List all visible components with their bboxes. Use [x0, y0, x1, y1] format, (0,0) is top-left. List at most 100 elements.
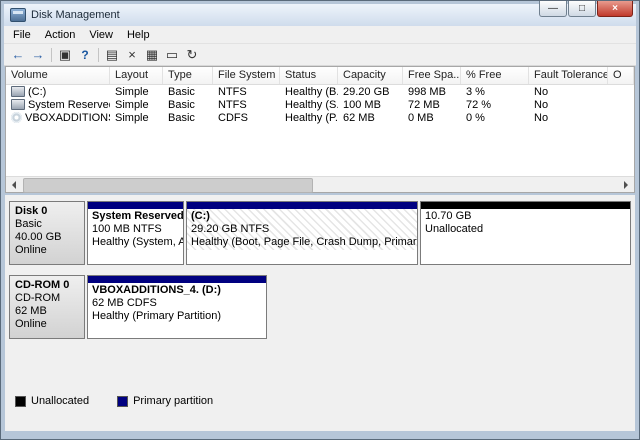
volume-type: Basic [168, 111, 195, 124]
menu-bar: File Action View Help [4, 26, 636, 44]
window-title: Disk Management [31, 9, 120, 21]
volume-type: Basic [168, 85, 195, 98]
close-button[interactable]: × [597, 1, 633, 17]
open-folder-icon[interactable]: ▭ [162, 46, 182, 64]
partition-c-drive[interactable]: (C:) 29.20 GB NTFS Healthy (Boot, Page F… [186, 201, 418, 265]
forward-icon[interactable]: → [28, 46, 48, 64]
volume-filesystem: CDFS [218, 111, 248, 124]
properties-icon[interactable]: ▦ [142, 46, 162, 64]
disk-size: 62 MB [15, 305, 47, 317]
horizontal-scrollbar[interactable] [6, 176, 634, 193]
scroll-left-icon [8, 180, 16, 189]
cdrom-0-device-box[interactable]: CD-ROM 0 CD-ROM 62 MB Online [9, 275, 85, 339]
empty-space [269, 275, 631, 339]
volume-pctfree: 72 % [466, 98, 492, 111]
disk-0-row: Disk 0 Basic 40.00 GB Online System Rese… [9, 201, 631, 265]
volume-freespace: 998 MB [408, 85, 446, 98]
disk-status: Online [15, 244, 47, 256]
refresh-icon[interactable]: ↻ [182, 46, 202, 64]
partition-color-strip [88, 202, 183, 209]
volume-list-header: Volume Layout Type File System Status Ca… [6, 67, 634, 85]
export-list-icon[interactable]: ▤ [102, 46, 122, 64]
column-header-status[interactable]: Status [280, 67, 338, 84]
partition-status: Healthy (Primary Partition) [92, 310, 221, 322]
menu-file[interactable]: File [6, 27, 38, 43]
partition-detail: 100 MB NTFS [92, 223, 162, 235]
disk-name: CD-ROM 0 [15, 279, 70, 291]
toolbar: ← → ▣ ? ▤ × ▦ ▭ ↻ [4, 44, 636, 66]
column-header-freespace[interactable]: Free Spa... [403, 67, 461, 84]
menu-help[interactable]: Help [120, 27, 157, 43]
show-console-tree-icon[interactable]: ▣ [55, 46, 75, 64]
scroll-right-button[interactable] [618, 177, 634, 192]
column-header-capacity[interactable]: Capacity [338, 67, 403, 84]
volume-faulttolerance: No [534, 85, 549, 98]
column-header-type[interactable]: Type [163, 67, 213, 84]
partition-color-strip [187, 202, 417, 209]
delete-icon[interactable]: × [122, 46, 142, 64]
column-header-filesystem[interactable]: File System [213, 67, 280, 84]
partition-detail: 29.20 GB NTFS [191, 223, 270, 235]
volume-capacity: 100 MB [343, 98, 381, 111]
volume-status: Healthy (B... [285, 85, 338, 98]
disk-type: CD-ROM [15, 292, 61, 304]
maximize-button[interactable]: □ [568, 1, 596, 17]
toolbar-separator [98, 47, 99, 62]
volume-capacity: 62 MB [343, 111, 375, 124]
back-icon[interactable]: ← [8, 46, 28, 64]
volume-name: System Reserved [28, 98, 110, 111]
disk-management-window: Disk Management — □ × File Action View H… [0, 0, 640, 440]
graphical-view: Disk 0 Basic 40.00 GB Online System Rese… [5, 195, 635, 431]
disk-status: Online [15, 318, 47, 330]
legend-item-primary-partition: Primary partition [117, 395, 213, 407]
cdrom-0-row: CD-ROM 0 CD-ROM 62 MB Online VBOXADDITIO… [9, 275, 631, 339]
cdrom-0-partitions: VBOXADDITIONS_4. (D:) 62 MB CDFS Healthy… [87, 275, 631, 339]
partition-name: (C:) [191, 210, 210, 222]
toolbar-separator [51, 47, 52, 62]
partition-name: System Reserved [92, 210, 183, 222]
volume-drive-icon [11, 86, 25, 97]
menu-view[interactable]: View [82, 27, 120, 43]
partition-status: Healthy (System, Activ [92, 236, 183, 248]
table-row[interactable]: System Reserved Simple Basic NTFS Health… [6, 98, 634, 111]
unallocated-label: Unallocated [425, 223, 484, 235]
volume-type: Basic [168, 98, 195, 111]
disk-size: 40.00 GB [15, 231, 62, 243]
disk-type: Basic [15, 218, 42, 230]
column-header-pctfree[interactable]: % Free [461, 67, 529, 84]
scroll-left-button[interactable] [6, 177, 22, 192]
partition-vboxadditions[interactable]: VBOXADDITIONS_4. (D:) 62 MB CDFS Healthy… [87, 275, 267, 339]
column-header-faulttolerance[interactable]: Fault Tolerance [529, 67, 608, 84]
volume-status: Healthy (P... [285, 111, 338, 124]
partition-color-strip [88, 276, 266, 283]
volume-layout: Simple [115, 85, 149, 98]
volume-layout: Simple [115, 98, 149, 111]
volume-faulttolerance: No [534, 98, 549, 111]
volume-filesystem: NTFS [218, 98, 247, 111]
volume-freespace: 0 MB [408, 111, 434, 124]
column-header-layout[interactable]: Layout [110, 67, 163, 84]
partition-system-reserved[interactable]: System Reserved 100 MB NTFS Healthy (Sys… [87, 201, 184, 265]
volume-filesystem: NTFS [218, 85, 247, 98]
window-controls: — □ × [538, 1, 633, 17]
column-header-overhead[interactable]: O [608, 67, 634, 84]
volume-pctfree: 3 % [466, 85, 485, 98]
volume-freespace: 72 MB [408, 98, 440, 111]
unallocated-space[interactable]: 10.70 GB Unallocated [420, 201, 631, 265]
minimize-button[interactable]: — [539, 1, 567, 17]
table-row[interactable]: VBOXADDITIONS_... Simple Basic CDFS Heal… [6, 111, 634, 124]
volume-faulttolerance: No [534, 111, 549, 124]
unallocated-size: 10.70 GB [425, 210, 472, 222]
disk-management-icon [10, 8, 26, 22]
column-header-volume[interactable]: Volume [6, 67, 110, 84]
disk-0-device-box[interactable]: Disk 0 Basic 40.00 GB Online [9, 201, 85, 265]
volume-capacity: 29.20 GB [343, 85, 390, 98]
legend-label: Primary partition [133, 395, 214, 407]
volume-status: Healthy (S... [285, 98, 338, 111]
scrollbar-thumb[interactable] [23, 178, 313, 193]
help-icon[interactable]: ? [75, 46, 95, 64]
table-row[interactable]: (C:) Simple Basic NTFS Healthy (B... 29.… [6, 85, 634, 98]
volume-name: VBOXADDITIONS_... [25, 111, 110, 124]
legend-item-unallocated: Unallocated [15, 395, 89, 407]
menu-action[interactable]: Action [38, 27, 83, 43]
